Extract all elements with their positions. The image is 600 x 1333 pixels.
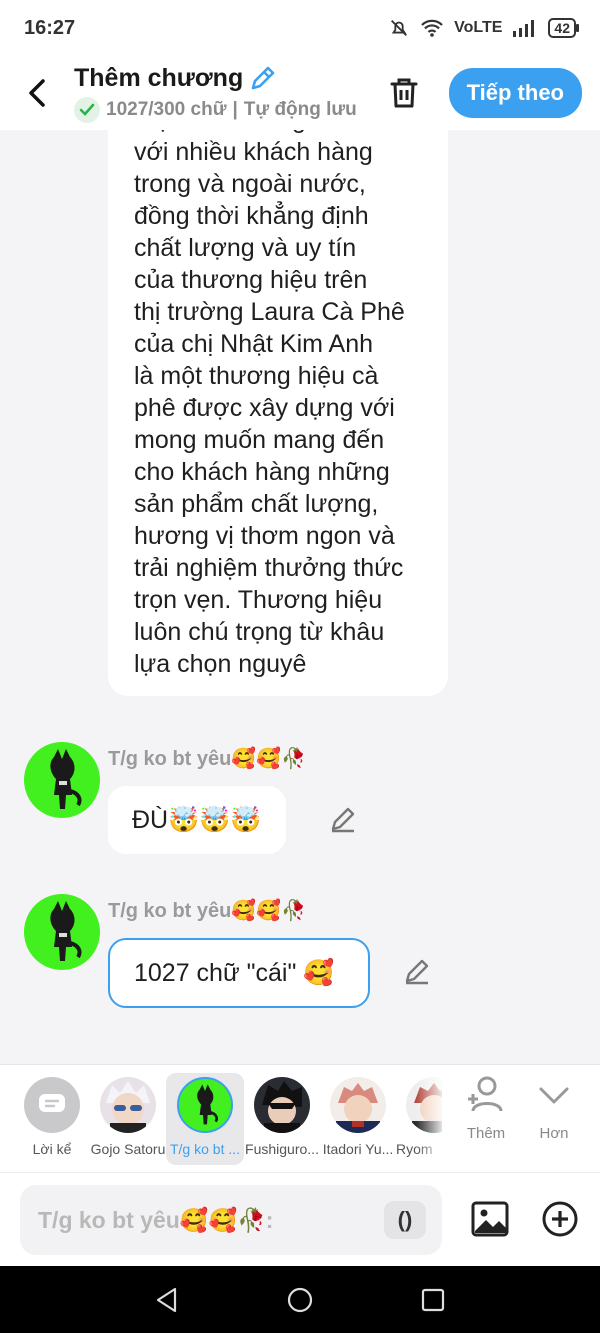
character-label: Itadori Yu... (322, 1141, 394, 1157)
character-fushiguro[interactable]: Fushiguro... (244, 1073, 320, 1165)
trash-icon (390, 78, 418, 108)
input-area: T/g ko bt yêu🥰🥰🥀: () (0, 1172, 600, 1266)
mute-bell-icon (391, 20, 408, 36)
add-character-button[interactable]: Thêm (456, 1075, 516, 1142)
character-list-fade (416, 1065, 446, 1173)
author-avatar (177, 1077, 233, 1133)
wolf-character-icon (197, 1084, 219, 1125)
add-button[interactable] (540, 1199, 580, 1239)
message-item: T/g ko bt yêu🥰🥰🥀 ĐÙ🤯🤯🤯 (0, 742, 600, 872)
message-text: 1027 chữ "cái" 🥰 (134, 958, 335, 987)
word-count: 1027/300 chữ (106, 98, 227, 120)
page-title: Thêm chương (74, 63, 244, 92)
separator: | (232, 98, 238, 120)
status-bar: 16:27 VoLTE 42 (0, 0, 600, 56)
pencil-icon (331, 807, 355, 833)
chevron-left-icon (29, 79, 45, 107)
header: Thêm chương 1027/300 chữ | Tự động lưu T… (0, 56, 600, 130)
character-bar: Lời kể Gojo Satoru T/g ko bt ... Fushigu… (0, 1064, 600, 1173)
pencil-icon[interactable] (249, 64, 277, 92)
character-label: Lời kể (32, 1141, 72, 1157)
message-bubble-editing[interactable]: 1027 chữ "cái" 🥰 (108, 938, 370, 1008)
more-label: Hơn (539, 1125, 569, 1142)
check-circle-icon (74, 96, 100, 123)
title-block: Thêm chương 1027/300 chữ | Tự động lưu (74, 64, 381, 123)
avatar[interactable] (24, 894, 100, 970)
autosave-status: Tự động lưu (243, 98, 357, 120)
nav-home-icon[interactable] (286, 1286, 314, 1314)
edit-message-button[interactable] (400, 954, 434, 988)
character-itadori[interactable]: Itadori Yu... (320, 1073, 396, 1165)
avatar[interactable] (24, 742, 100, 818)
fushiguro-avatar (254, 1077, 310, 1133)
wolf-character-icon (50, 749, 82, 809)
action-button[interactable]: () (384, 1201, 426, 1239)
chapter-content[interactable]: Việt Nam đến gần hơn với nhiều khách hàn… (0, 130, 600, 1064)
narration-text: Việt Nam đến gần hơn với nhiều khách hàn… (134, 130, 405, 678)
character-label: Fushiguro... (245, 1141, 319, 1157)
next-button[interactable]: Tiếp theo (448, 68, 582, 118)
character-gojo[interactable]: Gojo Satoru (90, 1073, 166, 1165)
back-button[interactable] (8, 63, 68, 123)
chevron-down-icon (539, 1087, 569, 1104)
nav-back-icon[interactable] (153, 1286, 181, 1314)
character-author[interactable]: T/g ko bt ... (166, 1073, 244, 1165)
nav-recents-icon[interactable] (419, 1286, 447, 1314)
itadori-avatar (330, 1077, 386, 1133)
narrator-avatar (24, 1077, 80, 1133)
message-text: ĐÙ🤯🤯🤯 (132, 805, 262, 834)
network-type: VoLTE (454, 19, 503, 36)
status-time: 16:27 (24, 16, 76, 39)
chat-bubble-icon (39, 1094, 65, 1112)
gojo-avatar (100, 1077, 156, 1133)
message-item: T/g ko bt yêu🥰🥰🥀 1027 chữ "cái" 🥰 (0, 894, 600, 1024)
signal-icon (513, 20, 535, 37)
delete-button[interactable] (381, 70, 427, 116)
message-bubble[interactable]: ĐÙ🤯🤯🤯 (108, 786, 286, 854)
character-portrait-icon (336, 1083, 380, 1133)
add-person-icon (468, 1076, 503, 1112)
edit-message-button[interactable] (326, 802, 360, 836)
system-nav-bar (0, 1266, 600, 1333)
add-label: Thêm (466, 1125, 506, 1142)
pencil-icon (405, 959, 429, 985)
insert-image-button[interactable] (470, 1199, 510, 1239)
wifi-icon (421, 19, 443, 37)
character-portrait-icon (106, 1081, 150, 1133)
character-portrait-icon (262, 1081, 302, 1133)
status-icons: VoLTE 42 (388, 17, 579, 39)
narration-bubble[interactable]: Việt Nam đến gần hơn với nhiều khách hàn… (108, 130, 448, 696)
more-button[interactable]: Hơn (524, 1075, 584, 1142)
message-author: T/g ko bt yêu🥰🥰🥀 (108, 748, 307, 770)
wolf-character-icon (50, 901, 82, 961)
battery-icon: 42 (548, 18, 579, 38)
input-placeholder: T/g ko bt yêu🥰🥰🥀: (38, 1206, 274, 1233)
image-icon (471, 1201, 509, 1237)
character-label: Gojo Satoru (90, 1141, 166, 1157)
character-label: T/g ko bt ... (169, 1141, 241, 1157)
message-author: T/g ko bt yêu🥰🥰🥀 (108, 900, 307, 922)
message-input[interactable]: T/g ko bt yêu🥰🥰🥀: () (20, 1185, 442, 1255)
character-narrator[interactable]: Lời kể (14, 1073, 90, 1165)
plus-circle-icon (542, 1201, 578, 1237)
